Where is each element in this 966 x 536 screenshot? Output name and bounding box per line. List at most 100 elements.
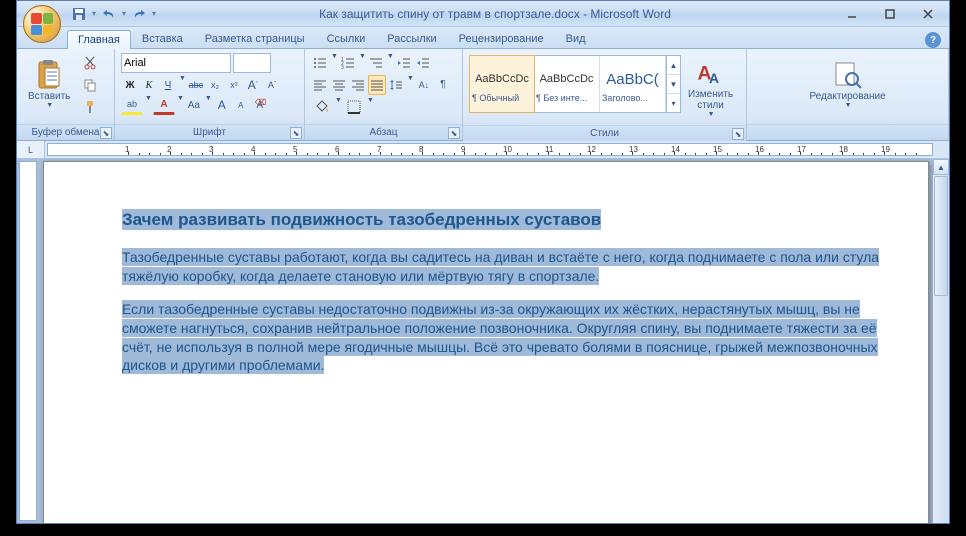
office-button[interactable] [23, 5, 61, 43]
group-paragraph: ▼ 123 ▼ ▼ ▼ A↓ ¶ [305, 49, 463, 140]
editing-group-label [747, 124, 948, 140]
tab-review[interactable]: Рецензирование [448, 29, 555, 48]
grow-font-button[interactable]: Aˆ [244, 75, 262, 95]
tab-mailings[interactable]: Рассылки [376, 29, 447, 48]
vertical-ruler[interactable] [19, 161, 37, 521]
indent-inc-button[interactable] [414, 53, 432, 73]
line-spacing-button[interactable] [387, 75, 405, 95]
vertical-scrollbar[interactable]: ▲ [933, 159, 949, 523]
strike-button[interactable]: abc [187, 75, 205, 95]
chevron-down-icon[interactable]: ▼ [387, 53, 394, 73]
ruler-area: L 12345678910111213141516171819 [17, 141, 949, 159]
maximize-button[interactable] [871, 5, 909, 23]
tab-layout[interactable]: Разметка страницы [194, 29, 316, 48]
paragraph-launcher[interactable]: ⬊ [448, 127, 460, 139]
style-normal[interactable]: AaBbCcDc ¶ Обычный [469, 55, 535, 113]
font-color-button[interactable]: A [153, 95, 175, 115]
scroll-thumb[interactable] [934, 176, 948, 296]
align-right-button[interactable] [349, 75, 367, 95]
font-size-select[interactable] [233, 53, 271, 73]
doc-paragraph-2[interactable]: Если тазобедренные суставы недостаточно … [122, 300, 878, 375]
paste-label: Вставить [28, 91, 70, 102]
bold-button[interactable]: Ж [121, 75, 139, 95]
bullets-icon [313, 57, 327, 69]
chevron-down-icon[interactable]: ▼ [367, 97, 374, 117]
align-center-button[interactable] [330, 75, 348, 95]
editing-label: Редактирование [809, 91, 885, 102]
style-scroll: ▲ ▼ ▾ [666, 56, 680, 112]
doc-heading[interactable]: Зачем развивать подвижность тазобедренны… [122, 209, 601, 230]
font-launcher[interactable]: ⬊ [290, 127, 302, 139]
clear-format-button[interactable]: A⌫ [251, 95, 269, 115]
subscript-button[interactable]: x₂ [206, 75, 224, 95]
qat-redo[interactable] [129, 4, 149, 24]
qat-undo[interactable] [99, 4, 119, 24]
ruler-corner[interactable]: L [17, 141, 45, 158]
document-page[interactable]: Зачем развивать подвижность тазобедренны… [43, 161, 929, 523]
tab-view[interactable]: Вид [555, 29, 597, 48]
style-more[interactable]: ▾ [667, 94, 680, 112]
shrink-font-button[interactable]: Aˇ [263, 75, 281, 95]
chevron-down-icon[interactable]: ▼ [407, 75, 414, 95]
window-title: Как защитить спину от травм в спортзале.… [157, 7, 833, 21]
styles-gallery[interactable]: AaBbCcDc ¶ Обычный AaBbCcDc ¶ Без инте..… [469, 55, 681, 113]
tab-references[interactable]: Ссылки [316, 29, 377, 48]
cut-icon [83, 56, 97, 70]
style-no-spacing[interactable]: AaBbCcDc ¶ Без инте... [534, 56, 600, 112]
change-styles-icon: AA [695, 58, 727, 89]
styles-launcher[interactable]: ⬊ [732, 128, 744, 140]
italic-button[interactable]: К [140, 75, 158, 95]
chevron-down-icon[interactable]: ▼ [335, 97, 342, 117]
font-family-select[interactable] [121, 53, 231, 73]
chevron-down-icon[interactable]: ▼ [179, 75, 186, 95]
paste-button[interactable]: Вставить ▼ [21, 51, 77, 117]
change-case-button[interactable]: Aa [185, 95, 203, 115]
qat-save[interactable] [69, 4, 89, 24]
copy-icon [83, 78, 97, 92]
indent-dec-button[interactable] [395, 53, 413, 73]
chevron-down-icon[interactable]: ▼ [359, 53, 366, 73]
chevron-down-icon[interactable]: ▼ [145, 95, 152, 115]
grow-font2-button[interactable]: A [213, 95, 231, 115]
underline-button[interactable]: Ч [159, 75, 177, 95]
change-styles-button[interactable]: AA Изменить стили ▼ [681, 55, 740, 121]
superscript-button[interactable]: x² [225, 75, 243, 95]
shading-button[interactable] [311, 97, 333, 117]
show-marks-button[interactable]: ¶ [434, 75, 452, 95]
tab-insert[interactable]: Вставка [131, 29, 194, 48]
clipboard-launcher[interactable]: ⬊ [100, 127, 112, 139]
page-viewport[interactable]: Зачем развивать подвижность тазобедренны… [43, 161, 929, 523]
close-button[interactable] [909, 5, 947, 23]
chevron-down-icon[interactable]: ▼ [177, 95, 184, 115]
align-justify-button[interactable] [368, 75, 386, 95]
group-clipboard: Вставить ▼ Буфер обмена⬊ [17, 49, 115, 140]
cut-button[interactable] [79, 53, 101, 73]
style-up[interactable]: ▲ [667, 56, 680, 75]
align-justify-icon [370, 79, 384, 91]
chevron-down-icon[interactable]: ▼ [205, 95, 212, 115]
window-controls [833, 5, 947, 23]
shrink-font2-button[interactable]: A [232, 95, 250, 115]
style-down[interactable]: ▼ [667, 75, 680, 94]
style-heading1[interactable]: AaBbC( Заголово... [600, 56, 666, 112]
horizontal-ruler[interactable]: 12345678910111213141516171819 [47, 143, 933, 156]
align-left-icon [313, 79, 327, 91]
borders-button[interactable] [343, 97, 365, 117]
sort-button[interactable]: A↓ [415, 75, 433, 95]
border-icon [347, 100, 361, 114]
doc-paragraph-1[interactable]: Тазобедренные суставы работают, когда вы… [122, 248, 879, 285]
multilevel-button[interactable] [367, 53, 385, 73]
format-painter-button[interactable] [79, 97, 101, 117]
bullets-button[interactable] [311, 53, 329, 73]
numbering-button[interactable]: 123 [339, 53, 357, 73]
copy-button[interactable] [79, 75, 101, 95]
scroll-up-button[interactable]: ▲ [933, 159, 949, 175]
minimize-button[interactable] [833, 5, 871, 23]
qat-undo-more[interactable]: ▾ [121, 4, 127, 24]
editing-button[interactable]: Редактирование ▼ [802, 51, 892, 117]
align-left-button[interactable] [311, 75, 329, 95]
chevron-down-icon[interactable]: ▼ [331, 53, 338, 73]
help-icon[interactable]: ? [925, 32, 941, 48]
tab-home[interactable]: Главная [67, 30, 131, 49]
highlight-button[interactable]: ab [121, 95, 143, 115]
